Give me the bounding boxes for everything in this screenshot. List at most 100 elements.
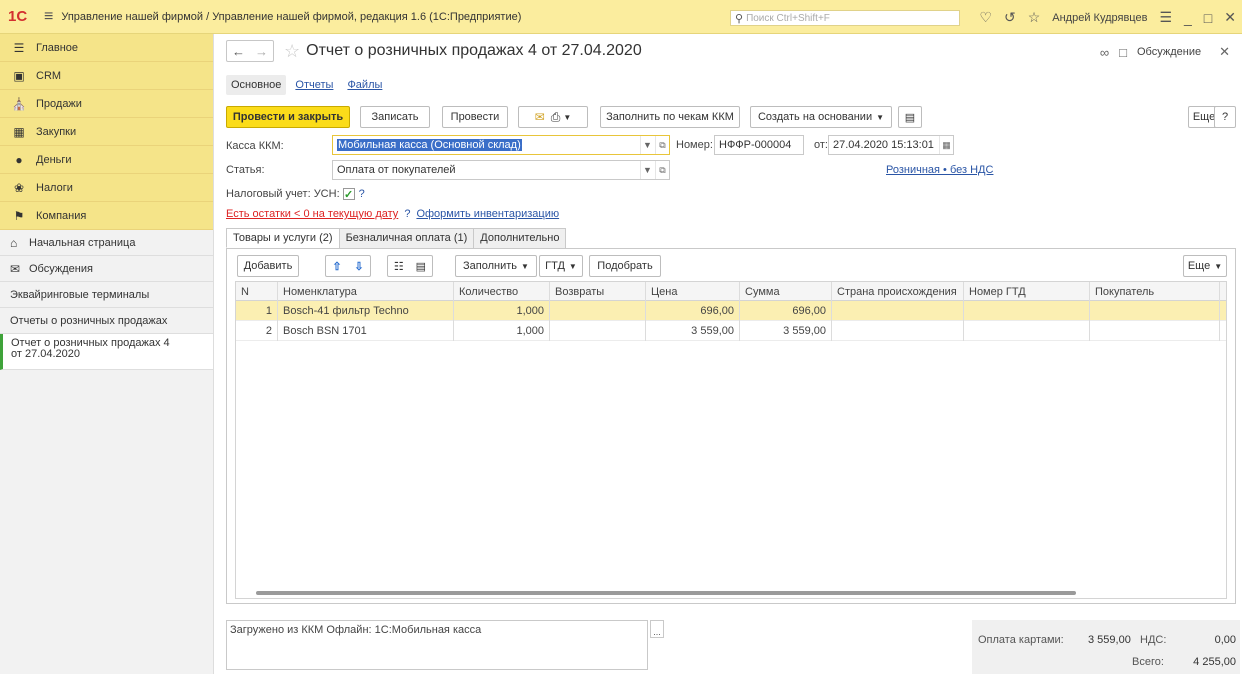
- horizontal-scrollbar[interactable]: [248, 590, 1212, 596]
- gtd-button[interactable]: ГТД ▼: [539, 255, 583, 277]
- inventory-link[interactable]: Оформить инвентаризацию: [416, 208, 559, 220]
- article-field[interactable]: Оплата от покупателей ▼ ⧉: [332, 160, 670, 180]
- nav-retail-reports[interactable]: Отчеты о розничных продажах: [0, 308, 213, 334]
- tab-files[interactable]: Файлы: [342, 75, 387, 95]
- save-button[interactable]: Записать: [360, 106, 430, 128]
- comment-expand-button[interactable]: ...: [650, 620, 664, 638]
- section-purchases[interactable]: ▦ Закупки: [0, 118, 213, 146]
- fill-by-kkm-receipts-button[interactable]: Заполнить по чекам ККМ: [600, 106, 740, 128]
- cell-returns[interactable]: [550, 301, 646, 321]
- bell-icon[interactable]: ♡: [979, 9, 992, 26]
- forward-arrow-icon[interactable]: →: [255, 44, 268, 59]
- table-more-button[interactable]: Еще ▼: [1183, 255, 1227, 277]
- barcode-search-icon[interactable]: ▤: [416, 260, 426, 273]
- add-row-button[interactable]: Добавить: [237, 255, 299, 277]
- col-header-item[interactable]: Номенклатура: [278, 282, 454, 301]
- post-button[interactable]: Провести: [442, 106, 508, 128]
- number-field[interactable]: НФФР-000004: [714, 135, 804, 155]
- section-main[interactable]: ☰ Главное: [0, 34, 213, 62]
- cell-gtd[interactable]: [964, 321, 1090, 341]
- negative-balance-warning-link[interactable]: Есть остатки < 0 на текущую дату: [226, 208, 398, 220]
- email-icon[interactable]: ✉: [535, 110, 545, 124]
- col-header-qty[interactable]: Количество: [454, 282, 550, 301]
- cell-price[interactable]: 3 559,00: [646, 321, 740, 341]
- fill-table-button[interactable]: Заполнить ▼: [455, 255, 537, 277]
- user-name[interactable]: Андрей Кудрявцев: [1052, 12, 1147, 24]
- favorites-star-icon[interactable]: ☆: [1028, 9, 1041, 26]
- tax-help-icon[interactable]: ?: [359, 188, 365, 200]
- app-logo[interactable]: 1С: [8, 8, 38, 25]
- minimize-icon[interactable]: _: [1184, 10, 1192, 26]
- col-header-sum[interactable]: Сумма: [740, 282, 832, 301]
- section-taxes[interactable]: ❀ Налоги: [0, 174, 213, 202]
- comment-field[interactable]: Загружено из ККМ Офлайн: 1С:Мобильная ка…: [226, 620, 648, 670]
- cell-country[interactable]: [832, 321, 964, 341]
- date-field[interactable]: 27.04.2020 15:13:01 ▦: [828, 135, 954, 155]
- tab-cashless-payment[interactable]: Безналичная оплата (1): [338, 228, 475, 248]
- move-up-icon[interactable]: ⇧: [332, 260, 341, 273]
- pick-button[interactable]: Подобрать: [589, 255, 661, 277]
- vat-type-link[interactable]: Розничная • без НДС: [886, 164, 993, 176]
- history-icon[interactable]: ↺: [1004, 9, 1016, 26]
- tab-reports[interactable]: Отчеты: [290, 75, 338, 95]
- restore-window-icon[interactable]: □: [1204, 10, 1212, 26]
- cell-buyer[interactable]: [1090, 301, 1220, 321]
- col-header-returns[interactable]: Возвраты: [550, 282, 646, 301]
- open-icon[interactable]: ⧉: [655, 161, 669, 179]
- table-row[interactable]: 2 Bosch BSN 1701 1,000 3 559,00 3 559,00: [236, 321, 1226, 341]
- link-icon[interactable]: ∞: [1100, 45, 1109, 60]
- warning-help-icon[interactable]: ?: [404, 208, 410, 220]
- help-button[interactable]: ?: [1214, 106, 1236, 128]
- back-arrow-icon[interactable]: ←: [232, 44, 245, 59]
- cell-buyer[interactable]: [1090, 321, 1220, 341]
- section-money[interactable]: ● Деньги: [0, 146, 213, 174]
- open-icon[interactable]: ⧉: [655, 136, 669, 154]
- create-based-on-button[interactable]: Создать на основании ▼: [750, 106, 892, 128]
- cell-item[interactable]: Bosch-41 фильтр Techno: [278, 301, 454, 321]
- post-and-close-button[interactable]: Провести и закрыть: [226, 106, 350, 128]
- section-company[interactable]: ⚑ Компания: [0, 202, 213, 230]
- col-header-n[interactable]: N: [236, 282, 278, 301]
- tab-additional[interactable]: Дополнительно: [473, 228, 567, 248]
- close-icon[interactable]: ✕: [1219, 44, 1230, 60]
- dropdown-icon[interactable]: ▼: [640, 136, 654, 154]
- nav-current-document[interactable]: Отчет о розничных продажах 4 от 27.04.20…: [0, 334, 213, 370]
- discussion-button[interactable]: Обсуждение: [1137, 46, 1201, 58]
- close-window-icon[interactable]: ✕: [1224, 9, 1236, 26]
- nav-discussions[interactable]: ✉ Обсуждения: [0, 256, 213, 282]
- cell-qty[interactable]: 1,000: [454, 321, 550, 341]
- chevron-down-icon[interactable]: ▼: [563, 113, 571, 122]
- section-crm[interactable]: ▣ CRM: [0, 62, 213, 90]
- favorite-star-icon[interactable]: ☆: [284, 41, 300, 62]
- scrollbar-thumb[interactable]: [256, 591, 1076, 595]
- print-icon[interactable]: ⎙: [551, 110, 561, 125]
- cell-item[interactable]: Bosch BSN 1701: [278, 321, 454, 341]
- calendar-icon[interactable]: ▦: [939, 136, 953, 154]
- col-header-buyer[interactable]: Покупатель: [1090, 282, 1220, 301]
- global-search-input[interactable]: ⚲ Поиск Ctrl+Shift+F: [730, 10, 960, 26]
- settings-menu-icon[interactable]: ☰: [1159, 9, 1172, 26]
- tab-goods-services[interactable]: Товары и услуги (2): [226, 228, 340, 248]
- document-icon[interactable]: ▤: [898, 106, 922, 128]
- tab-main[interactable]: Основное: [226, 75, 287, 95]
- col-header-gtd[interactable]: Номер ГТД: [964, 282, 1090, 301]
- main-menu-icon[interactable]: ≡: [44, 8, 53, 26]
- cell-returns[interactable]: [550, 321, 646, 341]
- cell-sum[interactable]: 3 559,00: [740, 321, 832, 341]
- dropdown-icon[interactable]: ▼: [640, 161, 654, 179]
- kkm-field[interactable]: Мобильная касса (Основной склад) ▼ ⧉: [332, 135, 670, 155]
- cell-sum[interactable]: 696,00: [740, 301, 832, 321]
- cell-gtd[interactable]: [964, 301, 1090, 321]
- cell-qty[interactable]: 1,000: [454, 301, 550, 321]
- tax-checkbox[interactable]: ✓: [342, 188, 355, 201]
- section-sales[interactable]: ⛪ Продажи: [0, 90, 213, 118]
- col-header-price[interactable]: Цена: [646, 282, 740, 301]
- cell-price[interactable]: 696,00: [646, 301, 740, 321]
- nav-home[interactable]: ⌂ Начальная страница: [0, 230, 213, 256]
- col-header-country[interactable]: Страна происхождения: [832, 282, 964, 301]
- cell-country[interactable]: [832, 301, 964, 321]
- move-down-icon[interactable]: ⇩: [354, 260, 363, 273]
- table-row[interactable]: 1 Bosch-41 фильтр Techno 1,000 696,00 69…: [236, 301, 1226, 321]
- barcode-icon[interactable]: ☷: [394, 260, 404, 273]
- nav-acquiring-terminals[interactable]: Эквайринговые терминалы: [0, 282, 213, 308]
